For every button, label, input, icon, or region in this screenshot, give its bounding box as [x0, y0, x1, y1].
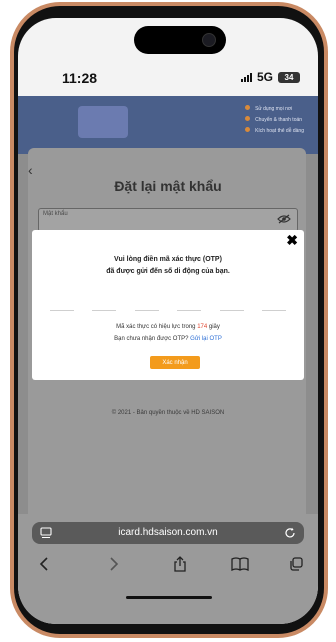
reload-icon[interactable]: [284, 527, 296, 539]
banner-item: Kích hoạt thẻ dễ dàng: [245, 126, 304, 137]
close-icon[interactable]: ✖: [286, 232, 298, 249]
book-icon: [231, 557, 249, 571]
browser-toolbar: [18, 552, 318, 578]
back-chevron-icon[interactable]: ‹: [28, 162, 33, 178]
status-indicators: 5G 34: [240, 70, 300, 84]
phone-screen: 11:28 5G 34 Sử dụng mọi nơi Chuyển & tha…: [18, 18, 318, 624]
tabs-button[interactable]: [284, 554, 308, 574]
battery-icon: 34: [278, 71, 300, 83]
chevron-right-icon: [110, 557, 119, 571]
browser-chrome: icard.hdsaison.com.vn: [18, 514, 318, 624]
card-image: [78, 106, 128, 138]
otp-digit-input[interactable]: [261, 308, 286, 311]
copyright-footer: © 2021 - Bản quyền thuộc về HD SAISON: [111, 410, 225, 416]
otp-instruction-line1: Vui lòng điền mã xác thực (OTP): [114, 256, 222, 263]
network-label: 5G: [256, 70, 273, 84]
banner-item: Chuyển & thanh toán: [245, 115, 304, 126]
promo-banner: Sử dụng mọi nơi Chuyển & thanh toán Kích…: [18, 96, 318, 154]
eye-off-icon[interactable]: [277, 214, 291, 224]
banner-item: Sử dụng mọi nơi: [245, 104, 304, 115]
otp-instruction-line2: đã được gửi đến số di động của bạn.: [106, 268, 230, 275]
otp-validity-text: Mã xác thực có hiệu lực trong 174 giây: [32, 324, 304, 330]
banner-feature-list: Sử dụng mọi nơi Chuyển & thanh toán Kích…: [245, 104, 304, 137]
validity-prefix: Mã xác thực có hiệu lực trong: [116, 324, 198, 330]
share-icon: [174, 556, 186, 572]
otp-digit-input[interactable]: [134, 308, 159, 311]
back-button[interactable]: [32, 554, 56, 574]
url-text: icard.hdsaison.com.vn: [118, 527, 218, 538]
camera-icon: [202, 33, 216, 47]
resend-otp-link[interactable]: Gửi lại OTP: [190, 336, 222, 342]
countdown-seconds: 174: [197, 324, 208, 330]
otp-digit-input[interactable]: [50, 308, 74, 311]
home-indicator[interactable]: [126, 596, 212, 599]
password-placeholder: Mật khẩu: [43, 211, 68, 217]
otp-input-group: [50, 308, 286, 311]
validity-suffix: giây: [207, 324, 220, 330]
otp-modal: ✖ Vui lòng điền mã xác thực (OTP) đã đượ…: [32, 230, 304, 380]
otp-digit-input[interactable]: [219, 308, 244, 311]
not-received-text: Bạn chưa nhận được OTP?: [114, 336, 191, 342]
address-bar[interactable]: icard.hdsaison.com.vn: [32, 522, 304, 544]
status-time: 11:28: [62, 70, 98, 86]
confirm-button[interactable]: Xác nhận: [150, 356, 200, 369]
otp-digit-input[interactable]: [92, 308, 117, 311]
status-bar: 11:28 5G 34: [18, 64, 318, 92]
otp-resend-row: Bạn chưa nhận được OTP? Gửi lại OTP: [32, 336, 304, 342]
tabs-icon: [290, 557, 303, 571]
bookmarks-button[interactable]: [228, 554, 252, 574]
page-title: Đặt lại mật khẩu: [114, 178, 222, 194]
signal-icon: [240, 72, 252, 82]
password-field[interactable]: Mật khẩu: [38, 208, 298, 232]
otp-digit-input[interactable]: [177, 308, 202, 311]
share-button[interactable]: [168, 554, 192, 574]
forward-button[interactable]: [102, 554, 126, 574]
dynamic-island: [134, 26, 226, 54]
chevron-left-icon: [39, 557, 48, 571]
